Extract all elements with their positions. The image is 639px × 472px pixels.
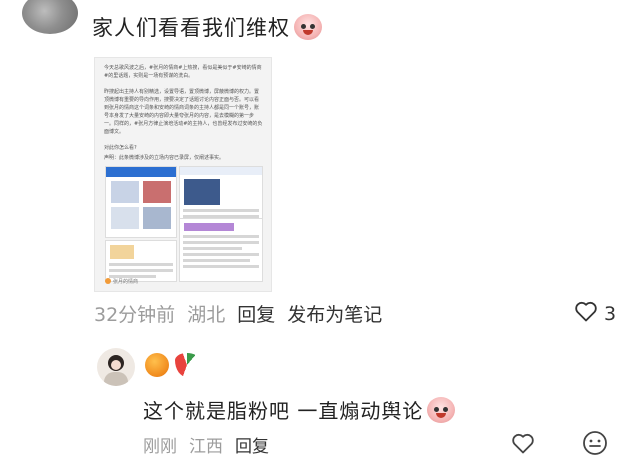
image-footer: 张月的情商	[105, 278, 138, 285]
screenshot-thumbnail	[105, 240, 177, 282]
crying-emoji-icon	[427, 397, 456, 423]
heart-outline-icon	[574, 300, 598, 327]
crying-emoji-icon	[294, 14, 322, 40]
emoji-face-icon	[582, 431, 608, 460]
comment-text-content: 家人们看看我们维权	[92, 16, 290, 40]
comment-location: 江西	[189, 437, 223, 457]
reply-button[interactable]: 回复	[235, 432, 269, 457]
like-button[interactable]	[510, 432, 536, 458]
avatar[interactable]	[97, 348, 135, 386]
like-button[interactable]: 3	[574, 300, 616, 327]
watermelon-emoji	[175, 353, 199, 377]
image-text-paragraph: 对此你怎么看?	[104, 145, 137, 151]
image-text-paragraph: 昨搜起出主持人有别精选，设置导语，置顶微博，屏蔽微博的权力。置顶微博有重要的导向…	[104, 89, 263, 135]
comment-image[interactable]: 今天总歌风波之后，#张月的情商#上热搜，看似是美似于#安崎的情商#的里话题，实则…	[94, 57, 272, 292]
comment-text: 家人们看看我们维权	[92, 12, 322, 42]
comment-author[interactable]	[92, 0, 242, 3]
emoji-reaction-button[interactable]	[582, 430, 608, 460]
orange-emoji	[145, 353, 169, 377]
comment-text: 这个就是脂粉吧 一直煽动舆论	[143, 395, 456, 424]
comment-meta: 刚刚 江西 回复	[143, 432, 269, 457]
comment-meta: 32分钟前 湖北 回复 发布为笔记	[94, 300, 382, 327]
image-footer-text: 张月的情商	[113, 279, 139, 285]
comment-time: 刚刚	[143, 437, 177, 457]
like-count: 3	[604, 302, 617, 325]
heart-outline-icon	[510, 434, 536, 458]
image-text-paragraph: 声明：此条微博涉及的立场内容已录屏，仅阐述事实。	[104, 155, 225, 161]
comment-author[interactable]	[145, 353, 199, 377]
screenshot-thumbnail	[105, 166, 177, 238]
comment-location: 湖北	[187, 304, 226, 326]
image-text-paragraph: 今天总歌风波之后，#张月的情商#上热搜，看似是美似于#安崎的情商#的里话题，实则…	[104, 65, 262, 79]
comment-text-content: 这个就是脂粉吧 一直煽动舆论	[143, 399, 424, 423]
publish-as-note-button[interactable]: 发布为笔记	[287, 300, 382, 327]
reply-button[interactable]: 回复	[237, 300, 275, 327]
screenshot-thumbnail	[179, 218, 263, 282]
comment-time: 32分钟前	[94, 304, 176, 326]
avatar[interactable]	[22, 0, 78, 34]
